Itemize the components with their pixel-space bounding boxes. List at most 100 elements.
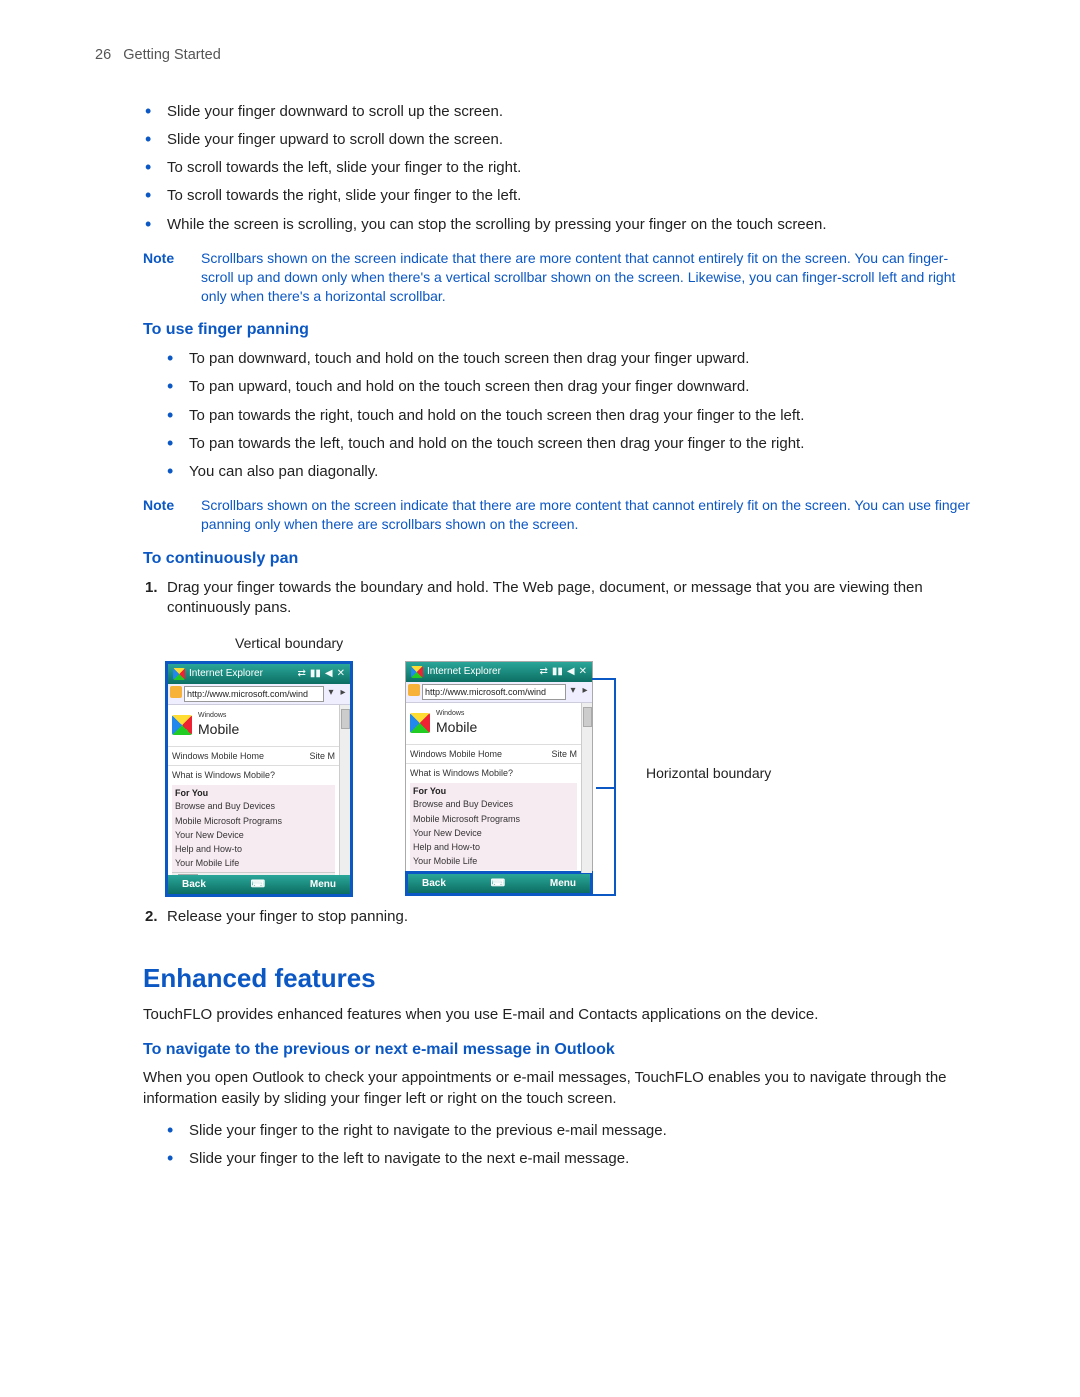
windows-flag-icon: [411, 666, 423, 678]
softkey-bar: Back ⌨ Menu: [168, 875, 350, 895]
phone-mockup: Internet Explorer ⇄ ▮▮ ◀ ✕ http://www.mi…: [165, 661, 353, 897]
back-softkey: Back: [182, 878, 206, 892]
horizontal-scrollbar: [172, 872, 335, 875]
section-title: Getting Started: [123, 47, 221, 63]
step-text: Release your finger to stop panning.: [167, 908, 408, 925]
boundary-bracket: [592, 678, 616, 896]
nav-link: Site M: [309, 750, 335, 762]
note-label: Note: [143, 496, 201, 534]
step-number: 2.: [145, 907, 158, 927]
step-item: 1. Drag your finger towards the boundary…: [145, 578, 970, 627]
horizontal-boundary-caption: Horizontal boundary: [646, 764, 771, 783]
url-field: http://www.microsoft.com/wind: [422, 684, 566, 700]
brand-block: Windows Mobile: [406, 703, 581, 743]
list-item: Your New Device: [413, 826, 574, 840]
note-block: Note Scrollbars shown on the screen indi…: [143, 249, 970, 306]
manual-page: 26 Getting Started Slide your finger dow…: [0, 0, 1080, 1397]
continuous-pan-steps-2: 2. Release your finger to stop panning.: [145, 907, 970, 935]
app-title: Internet Explorer: [427, 665, 501, 679]
page-icon: [170, 686, 182, 698]
nav-link: What is Windows Mobile?: [410, 767, 513, 779]
note-text: Scrollbars shown on the screen indicate …: [201, 496, 970, 534]
list-item: To scroll towards the left, slide your f…: [145, 158, 970, 186]
address-bar: http://www.microsoft.com/wind ▾ ▸: [406, 682, 592, 703]
phone-titlebar: Internet Explorer ⇄ ▮▮ ◀ ✕: [406, 662, 592, 682]
list-item: Mobile Microsoft Programs: [175, 814, 332, 828]
phone-body: Windows Mobile Windows Mobile Home Site …: [168, 705, 350, 875]
go-icon: ▸: [580, 684, 590, 700]
back-softkey: Back: [422, 877, 446, 891]
list-item: Slide your finger to the left to navigat…: [167, 1149, 970, 1177]
list-item: Your Mobile Life: [175, 856, 332, 870]
list-item: Browse and Buy Devices: [413, 797, 574, 811]
dropdown-icon: ▾: [326, 686, 336, 702]
list-item: While the screen is scrolling, you can s…: [145, 215, 970, 243]
list-item: To pan downward, touch and hold on the t…: [167, 349, 970, 377]
list-item: Your New Device: [175, 828, 332, 842]
softkey-bar: Back ⌨ Menu: [405, 871, 593, 897]
page-content: Windows Mobile Windows Mobile Home Site …: [406, 703, 581, 873]
question-row: What is Windows Mobile?: [406, 765, 581, 781]
note-block: Note Scrollbars shown on the screen indi…: [143, 496, 970, 534]
subheading-continuous-pan: To continuously pan: [143, 548, 970, 570]
vertical-scrollbar: [581, 703, 592, 873]
brand-big: Mobile: [436, 718, 477, 737]
list-item: Help and How-to: [413, 840, 574, 854]
nav-bullets: Slide your finger to the right to naviga…: [167, 1121, 970, 1178]
go-icon: ▸: [338, 686, 348, 702]
list-item: To pan upward, touch and hold on the tou…: [167, 377, 970, 405]
page-content: Windows Mobile Windows Mobile Home Site …: [168, 705, 339, 875]
for-you-block: For You Browse and Buy Devices Mobile Mi…: [410, 783, 577, 870]
menu-softkey: Menu: [310, 878, 336, 892]
list-item: Slide your finger upward to scroll down …: [145, 130, 970, 158]
figure-horizontal: Internet Explorer ⇄ ▮▮ ◀ ✕ http://www.mi…: [405, 661, 771, 896]
page-icon: [408, 684, 420, 696]
nav-link: Site M: [551, 748, 577, 760]
page-header: 26 Getting Started: [95, 46, 970, 66]
subheading-navigate-email: To navigate to the previous or next e-ma…: [143, 1039, 970, 1061]
note-text: Scrollbars shown on the screen indicate …: [201, 249, 970, 306]
sync-icon: ⇄: [298, 667, 306, 681]
speaker-icon: ◀: [567, 665, 575, 679]
figure-row: Internet Explorer ⇄ ▮▮ ◀ ✕ http://www.mi…: [145, 661, 970, 897]
step-number: 1.: [145, 578, 158, 598]
keyboard-icon: ⌨: [251, 878, 265, 892]
vertical-scrollbar: [339, 705, 350, 875]
list-item: You can also pan diagonally.: [167, 462, 970, 490]
brand-small: Windows: [198, 711, 239, 720]
pan-bullets: To pan downward, touch and hold on the t…: [167, 349, 970, 490]
signal-icon: ▮▮: [552, 665, 563, 679]
nav-link: Windows Mobile Home: [410, 748, 502, 760]
url-field: http://www.microsoft.com/wind: [184, 686, 324, 702]
brand-big: Mobile: [198, 720, 239, 739]
for-you-block: For You Browse and Buy Devices Mobile Mi…: [172, 785, 335, 872]
brand-small: Windows: [436, 709, 477, 718]
nav-link: What is Windows Mobile?: [172, 769, 275, 781]
list-item: Help and How-to: [175, 842, 332, 856]
list-item: Mobile Microsoft Programs: [413, 812, 574, 826]
step-text: Drag your finger towards the boundary an…: [167, 579, 923, 616]
note-label: Note: [143, 249, 201, 306]
sync-icon: ⇄: [540, 665, 548, 679]
phone-body: Windows Mobile Windows Mobile Home Site …: [406, 703, 592, 873]
list-item: To pan towards the left, touch and hold …: [167, 434, 970, 462]
step-item: 2. Release your finger to stop panning.: [145, 907, 970, 935]
vertical-boundary-caption: Vertical boundary: [235, 634, 970, 653]
subheading-panning: To use finger panning: [143, 319, 970, 341]
continuous-pan-steps: 1. Drag your finger towards the boundary…: [145, 578, 970, 627]
windows-flag-icon: [410, 713, 430, 733]
scroll-bullets: Slide your finger downward to scroll up …: [145, 102, 970, 243]
list-item: Slide your finger to the right to naviga…: [167, 1121, 970, 1149]
close-icon: ✕: [579, 665, 587, 679]
question-row: What is Windows Mobile?: [168, 767, 339, 783]
list-item: Slide your finger downward to scroll up …: [145, 102, 970, 130]
windows-flag-icon: [172, 715, 192, 735]
dropdown-icon: ▾: [568, 684, 578, 700]
signal-icon: ▮▮: [310, 667, 321, 681]
phone-mockup: Internet Explorer ⇄ ▮▮ ◀ ✕ http://www.mi…: [405, 661, 593, 874]
list-item: Browse and Buy Devices: [175, 799, 332, 813]
close-icon: ✕: [337, 667, 345, 681]
address-bar: http://www.microsoft.com/wind ▾ ▸: [168, 684, 350, 705]
nav-row: Windows Mobile Home Site M: [406, 746, 581, 762]
keyboard-icon: ⌨: [491, 877, 505, 891]
